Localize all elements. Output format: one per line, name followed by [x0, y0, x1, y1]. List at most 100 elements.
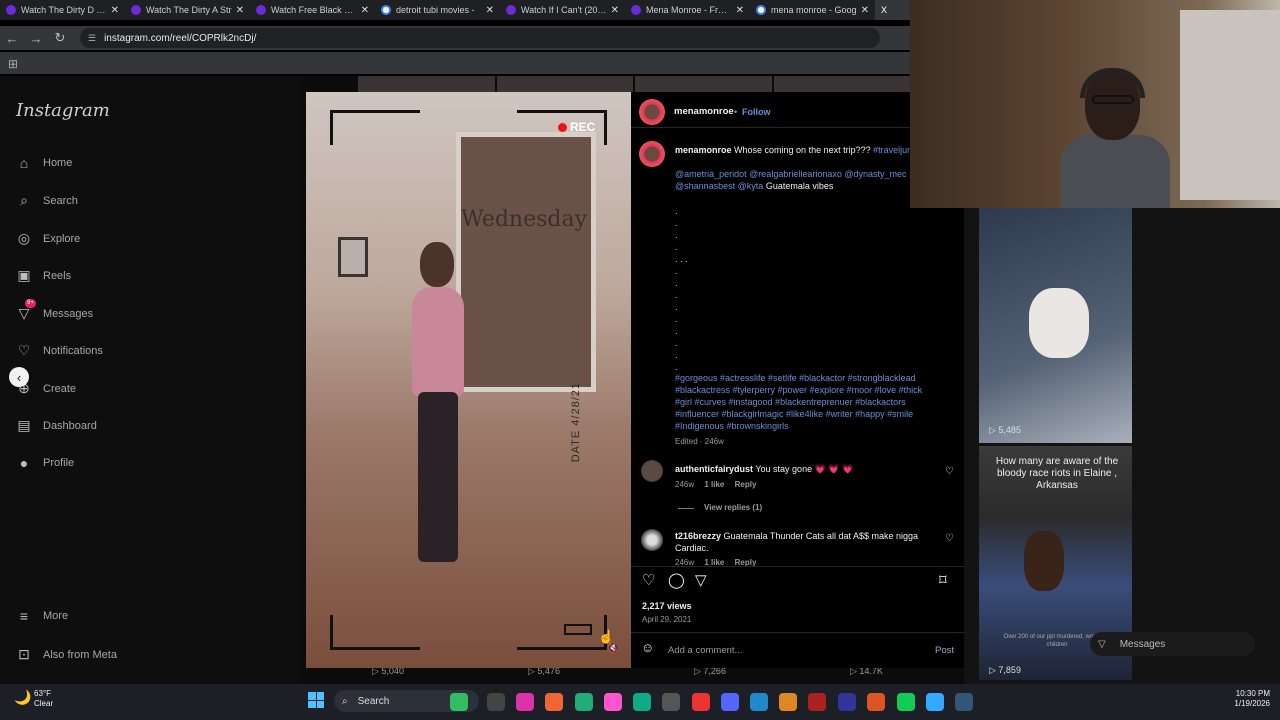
bookmark-icon[interactable]: ⌑: [939, 571, 947, 589]
browser-tab[interactable]: Watch The Dirty A Str ✕: [125, 0, 250, 20]
caption-mentions-2[interactable]: @shannasbest @kyta: [675, 181, 763, 191]
comment-like-heart-icon[interactable]: ♡: [945, 466, 954, 478]
comment-meta: 246w 1 like Reply: [675, 479, 756, 491]
close-tab-icon[interactable]: ✕: [486, 5, 494, 16]
browser-tab[interactable]: mena monroe - Goog ✕: [750, 0, 875, 20]
system-clock[interactable]: 10:30 PM 1/19/2026: [1200, 689, 1270, 709]
follow-button[interactable]: Follow: [742, 106, 771, 118]
sidebar-item-reels[interactable]: ▣ Reels: [16, 267, 71, 284]
close-tab-icon[interactable]: ✕: [611, 5, 619, 16]
browser-tab[interactable]: X: [875, 0, 910, 20]
dog-reel-tile[interactable]: ▷ 5,485: [979, 208, 1132, 443]
app-icon[interactable]: [808, 693, 826, 711]
comment-icon[interactable]: ◯: [668, 571, 685, 589]
site-info-icon[interactable]: ☰: [88, 33, 96, 44]
hashtag-line[interactable]: #Indigenous #brownskingirls: [675, 420, 789, 432]
comment-username[interactable]: authenticfairydust: [675, 464, 753, 474]
sidebar-item-notifications[interactable]: ♡ Notifications: [16, 342, 103, 359]
browser-tab[interactable]: Mena Monroe - Free T ✕: [625, 0, 750, 20]
caption-dot: .: [675, 350, 678, 360]
post-comment-button[interactable]: Post: [935, 645, 954, 657]
sidebar-item-messages[interactable]: ▽ 9+ Messages: [16, 299, 93, 322]
view-replies-button[interactable]: View replies (1): [704, 502, 762, 514]
close-tab-icon[interactable]: ✕: [111, 5, 119, 16]
post-author-avatar[interactable]: [639, 99, 665, 125]
sidebar-item-profile[interactable]: ● Profile: [16, 455, 74, 471]
previous-post-button[interactable]: ‹: [9, 367, 29, 387]
caption-author-avatar[interactable]: [639, 141, 665, 167]
premiere-icon[interactable]: [838, 693, 856, 711]
xbox-icon[interactable]: [575, 693, 593, 711]
file-explorer-icon[interactable]: [604, 693, 622, 711]
messages-pill-label: Messages: [1119, 638, 1166, 650]
caption-username[interactable]: menamonroe: [675, 145, 732, 155]
instagram-logo[interactable]: Instagram: [16, 100, 110, 121]
add-comment-input[interactable]: Add a comment...: [668, 645, 742, 657]
view-count[interactable]: 2,217 views: [642, 600, 692, 612]
browser-tab[interactable]: Watch Free Black Stor ✕: [250, 0, 375, 20]
hashtag-line[interactable]: #girl #curves #instagood #blackentrepren…: [675, 396, 906, 408]
forward-icon[interactable]: →: [24, 31, 48, 46]
comment-likes[interactable]: 1 like: [704, 480, 724, 489]
sidebar-item-more[interactable]: ≡ More: [16, 608, 68, 624]
caption-hashtag[interactable]: #traveljunkieco: [873, 145, 915, 155]
browser-tab-title: detroit tubi movies -: [396, 5, 475, 15]
close-tab-icon[interactable]: ✕: [361, 5, 369, 16]
comment-username[interactable]: t216brezzy: [675, 531, 721, 541]
browser-tab[interactable]: Watch The Dirty D S0 ✕: [0, 0, 125, 20]
copilot-icon[interactable]: [516, 693, 534, 711]
like-heart-icon[interactable]: ♡: [642, 571, 655, 589]
chrome-icon[interactable]: [692, 693, 710, 711]
share-icon[interactable]: ▽: [695, 571, 707, 589]
back-icon[interactable]: ←: [0, 31, 24, 46]
sidebar-item-also-from-meta[interactable]: ⊡ Also from Meta: [16, 646, 117, 663]
url-field[interactable]: ☰ instagram.com/reel/COPRlk2ncDj/: [80, 28, 880, 48]
caption-mentions[interactable]: @ametria_peridot @realgabriellearionaxo …: [675, 168, 915, 180]
comment-like-heart-icon[interactable]: ♡: [945, 533, 954, 545]
reel-video[interactable]: REC Wednesday DATE 4/28/21 🔇: [306, 92, 631, 668]
steam-icon[interactable]: [633, 693, 651, 711]
hashtag-line[interactable]: #gorgeous #actresslife #setlife #blackac…: [675, 372, 916, 384]
comment-reply-button[interactable]: Reply: [735, 480, 757, 489]
close-tab-icon[interactable]: ✕: [736, 5, 744, 16]
discord-icon[interactable]: [721, 693, 739, 711]
comment-reply-button[interactable]: Reply: [735, 558, 757, 566]
hashtag-line[interactable]: #influencer #blackgirlmagic #like4like #…: [675, 408, 913, 420]
emoji-icon[interactable]: ☺: [641, 641, 654, 654]
sidebar-item-home[interactable]: ⌂ Home: [16, 155, 73, 171]
video-date-stamp: DATE 4/28/21: [570, 382, 582, 463]
browser-tab[interactable]: Watch If I Can't (2023 ✕: [500, 0, 625, 20]
windows-start-icon[interactable]: [308, 692, 324, 708]
chrome-alt-icon[interactable]: [926, 693, 944, 711]
close-tab-icon[interactable]: ✕: [861, 5, 869, 16]
edge-icon[interactable]: [750, 693, 768, 711]
widgets-icon[interactable]: [450, 693, 468, 711]
site-favicon-icon: [256, 5, 266, 15]
close-tab-icon[interactable]: ✕: [236, 5, 244, 16]
store-icon[interactable]: [545, 693, 563, 711]
spotify-icon[interactable]: [897, 693, 915, 711]
post-author-username[interactable]: menamonroe: [674, 106, 734, 118]
hashtag-line[interactable]: #blackactress #tylerperry #power #explor…: [675, 384, 922, 396]
weather-widget[interactable]: 63°F Clear: [34, 689, 53, 709]
weather-moon-icon[interactable]: 🌙: [14, 689, 31, 706]
task-view-icon[interactable]: [487, 693, 505, 711]
comment-avatar[interactable]: [641, 460, 663, 482]
app-icon[interactable]: [779, 693, 797, 711]
sidebar-item-dashboard[interactable]: ▤ Dashboard: [16, 417, 96, 434]
caption-line-3: @shannasbest @kyta Guatemala vibes: [675, 180, 833, 192]
apps-grid-icon[interactable]: ⊞: [8, 57, 18, 71]
ea-icon[interactable]: [867, 693, 885, 711]
comment-likes[interactable]: 1 like: [704, 558, 724, 566]
sidebar-item-explore[interactable]: ◎ Explore: [16, 230, 80, 247]
browser-tab[interactable]: detroit tubi movies - ✕: [375, 0, 500, 20]
anchor-shape: [1024, 531, 1064, 591]
reload-icon[interactable]: ↻: [48, 30, 72, 46]
steam-alt-icon[interactable]: [955, 693, 973, 711]
sidebar-item-search[interactable]: ⌕ Search: [16, 192, 78, 209]
mouse-cursor-icon: ☝: [598, 629, 615, 644]
comment-avatar[interactable]: [641, 529, 663, 551]
settings-icon[interactable]: [662, 693, 680, 711]
clock-time: 10:30 PM: [1235, 689, 1270, 698]
messages-pill[interactable]: ▽ Messages: [1090, 632, 1255, 656]
